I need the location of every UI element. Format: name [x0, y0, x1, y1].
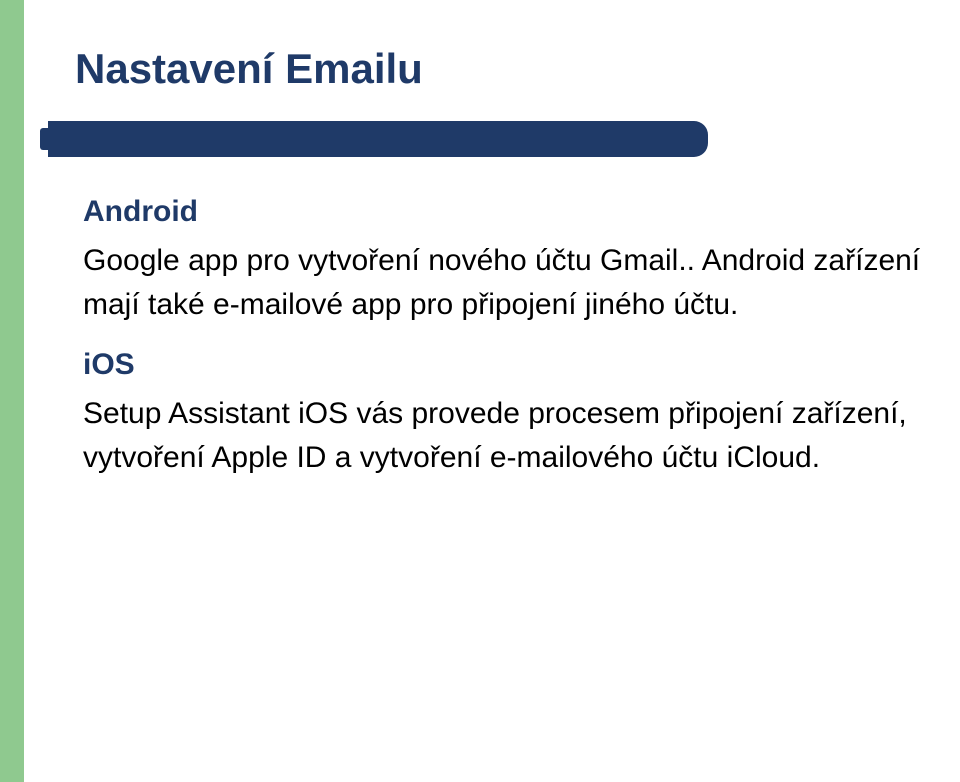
heading-ios: iOS [83, 348, 923, 382]
page-title: Nastavení Emailu [75, 45, 960, 93]
para-android: Google app pro vytvoření nového účtu Gma… [83, 239, 923, 326]
decorative-bar-row [40, 121, 960, 157]
body-text: Android Google app pro vytvoření nového … [83, 195, 923, 479]
sidebar-accent [0, 0, 24, 782]
para-ios: Setup Assistant iOS vás provede procesem… [83, 392, 923, 479]
slide-content: Nastavení Emailu Android Google app pro … [75, 45, 960, 501]
decorative-bar [48, 121, 708, 157]
heading-android: Android [83, 195, 923, 229]
